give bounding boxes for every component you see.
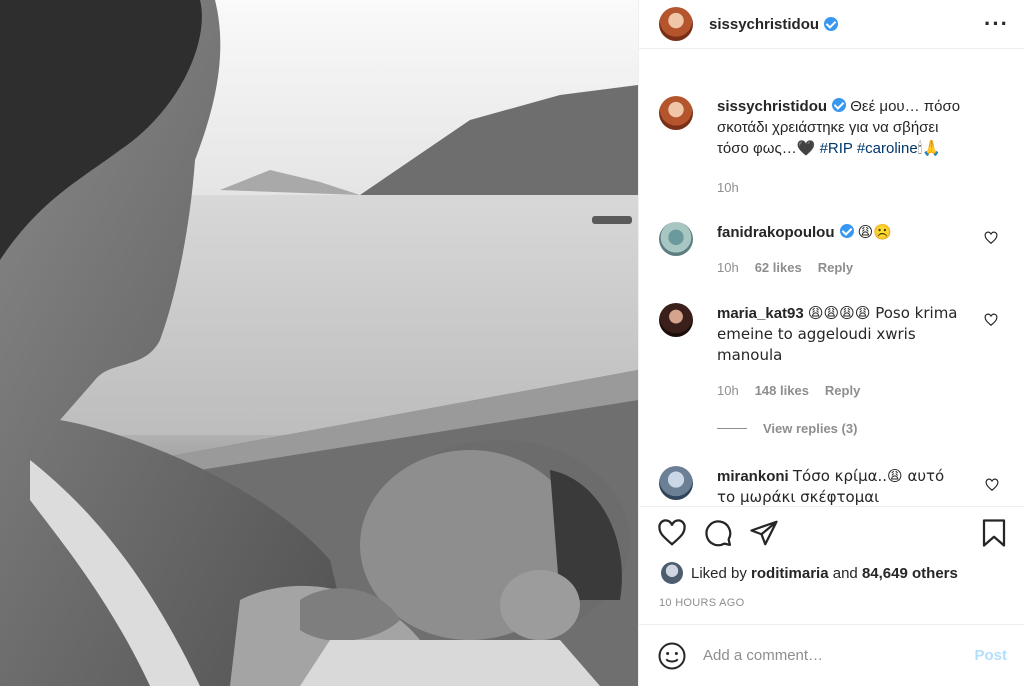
commenter-avatar[interactable]	[659, 303, 693, 337]
likes-summary: Liked by roditimaria and 84,649 others	[661, 562, 958, 584]
comment-input[interactable]	[703, 647, 963, 664]
caption-time[interactable]: 10h	[717, 177, 739, 198]
more-icon[interactable]: ···	[984, 13, 1009, 35]
comment-username[interactable]: maria_kat93	[717, 305, 804, 322]
likes-prefix: Liked by	[691, 564, 747, 582]
post-timestamp[interactable]: 10 HOURS AGO	[659, 597, 745, 609]
header-divider	[639, 48, 1024, 49]
add-comment-bar: Post	[639, 624, 1024, 686]
comments-panel: sissychristidou ··· sissychristidou Θεέ …	[638, 0, 1024, 686]
heart-icon[interactable]	[985, 478, 999, 492]
comment-likes[interactable]: 62 likes	[755, 257, 802, 278]
comment-item: maria_kat93 😩😩😩😩 Poso krima emeine to ag…	[659, 303, 1009, 401]
comment-text: 😩☹️	[857, 223, 892, 241]
candle-pray-emoji: 🕯🙏	[917, 139, 941, 157]
caption-body: sissychristidou Θεέ μου… πόσο σκοτάδι χρ…	[717, 96, 967, 198]
reply-button[interactable]: Reply	[818, 257, 853, 278]
comment-time[interactable]: 10h	[717, 380, 739, 401]
likes-count[interactable]: 84,649 others	[862, 565, 958, 582]
heart-icon[interactable]	[984, 231, 998, 245]
emoji-icon[interactable]	[657, 641, 687, 671]
liker-avatar[interactable]	[661, 562, 683, 584]
comment-icon[interactable]	[703, 518, 733, 548]
comment-body: fanidrakopoulou 😩☹️ 10h 62 likes Reply	[717, 222, 967, 278]
photo-scene	[0, 0, 638, 686]
comment-username[interactable]: mirankoni	[717, 468, 789, 485]
comment-item: mirankoni Τόσο κρίμα..😩 αυτό το μωράκι σ…	[659, 466, 1009, 506]
verified-icon	[839, 224, 854, 238]
heart-icon[interactable]	[984, 313, 998, 327]
actions-divider	[639, 506, 1024, 507]
comment-username[interactable]: fanidrakopoulou	[717, 224, 835, 241]
caption-avatar[interactable]	[659, 96, 693, 130]
replies-line	[717, 428, 747, 429]
action-bar	[657, 518, 1007, 550]
heart-icon[interactable]	[657, 518, 687, 548]
comment-clip: mirankoni Τόσο κρίμα..😩 αυτό το μωράκι σ…	[639, 460, 1024, 506]
commenter-avatar[interactable]	[659, 466, 693, 500]
liker-username[interactable]: roditimaria	[751, 565, 829, 582]
author-username[interactable]: sissychristidou	[709, 16, 819, 33]
bookmark-icon[interactable]	[979, 518, 1009, 548]
likes-and: and	[832, 564, 858, 582]
verified-icon	[832, 98, 847, 112]
likes-text: Liked by roditimaria and 84,649 others	[691, 565, 958, 582]
author-avatar[interactable]	[659, 7, 693, 41]
post-header: sissychristidou ···	[639, 0, 1024, 48]
comment-body: mirankoni Τόσο κρίμα..😩 αυτό το μωράκι σ…	[717, 466, 967, 506]
comment-body: maria_kat93 😩😩😩😩 Poso krima emeine to ag…	[717, 303, 967, 401]
hashtag-caroline[interactable]: #caroline	[857, 140, 918, 157]
caption: sissychristidou Θεέ μου… πόσο σκοτάδι χρ…	[659, 96, 1009, 198]
view-replies-button[interactable]: View replies (3)	[717, 421, 857, 436]
verified-icon	[824, 17, 839, 31]
view-replies-label: View replies (3)	[763, 421, 858, 436]
commenter-avatar[interactable]	[659, 222, 693, 256]
share-icon[interactable]	[749, 518, 779, 548]
comment-item: fanidrakopoulou 😩☹️ 10h 62 likes Reply	[659, 222, 1009, 278]
caption-username[interactable]: sissychristidou	[717, 98, 827, 115]
reply-button[interactable]: Reply	[825, 380, 860, 401]
post-button[interactable]: Post	[974, 647, 1007, 664]
comment-likes[interactable]: 148 likes	[755, 380, 809, 401]
hashtag-rip[interactable]: #RIP	[820, 140, 853, 157]
black-heart-emoji: 🖤	[796, 139, 816, 157]
comment-time[interactable]: 10h	[717, 257, 739, 278]
post-photo[interactable]	[0, 0, 638, 686]
